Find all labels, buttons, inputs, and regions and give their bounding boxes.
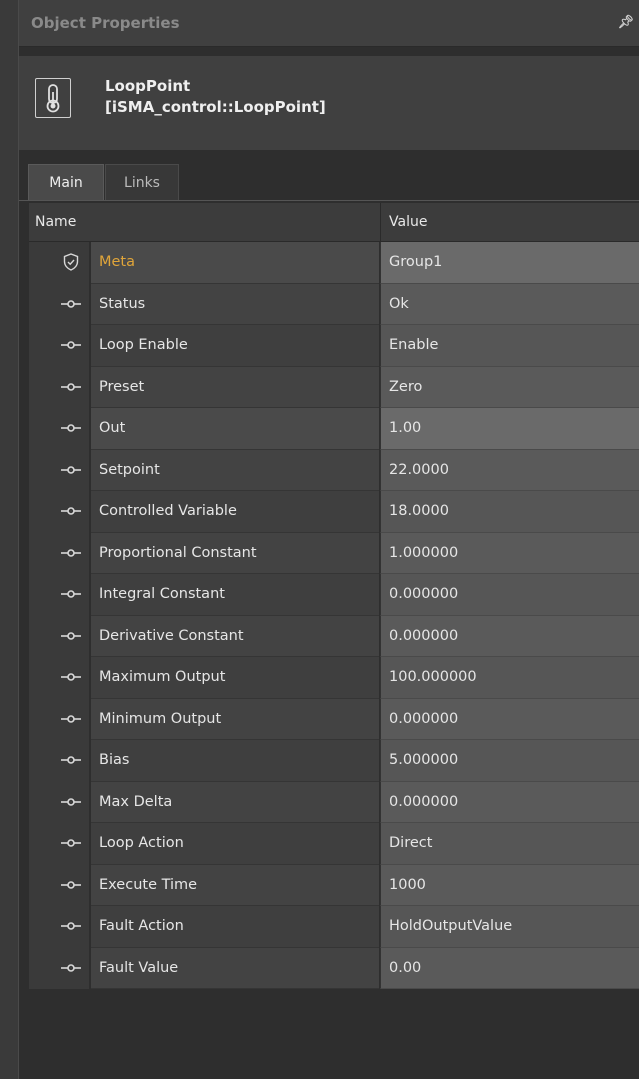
property-row[interactable]: Status Ok [29,283,639,326]
property-row[interactable]: Bias 5.000000 [29,740,639,782]
slot-icon [57,823,85,865]
property-name: Status [91,283,379,325]
property-row[interactable]: Max Delta 0.000000 [29,781,639,824]
property-value[interactable]: 1000 [380,864,639,906]
property-name: Proportional Constant [91,532,379,574]
slot-icon [57,408,85,450]
slot-icon [57,865,85,907]
property-row[interactable]: Preset Zero [29,366,639,409]
property-value[interactable]: 18.0000 [380,491,639,533]
property-rows: Meta Group1 Status Ok Loop Enable Enable Prese… [29,242,639,989]
property-value[interactable]: 100.000000 [380,657,639,699]
property-name: Preset [91,366,379,408]
property-value[interactable]: HoldOutputValue [380,906,639,948]
slot-icon [57,533,85,575]
property-value[interactable]: 22.0000 [380,449,639,491]
tab-bar: Main Links [19,160,639,201]
property-grid: Name Value Meta Group1 Status Ok Loop Enable… [29,203,639,989]
thermometer-icon [35,78,71,118]
slot-icon [57,574,85,616]
slot-icon [57,450,85,492]
slot-icon [57,284,85,326]
column-header-name[interactable]: Name [35,203,76,241]
property-value[interactable]: 0.00 [380,947,639,989]
property-row[interactable]: Fault Value 0.00 [29,947,639,990]
property-name: Fault Action [91,906,379,948]
slot-icon [57,782,85,824]
slot-icon [57,491,85,533]
column-header-value[interactable]: Value [389,203,427,241]
property-name: Bias [91,740,379,782]
property-row[interactable]: Loop Action Direct [29,823,639,865]
property-row[interactable]: Proportional Constant 1.000000 [29,532,639,575]
property-row[interactable]: Controlled Variable 18.0000 [29,491,639,533]
property-value[interactable]: Zero [380,366,639,408]
property-value[interactable]: 0.000000 [380,781,639,823]
grid-header: Name Value [29,203,639,242]
property-name: Max Delta [91,781,379,823]
property-name: Integral Constant [91,574,379,616]
property-value[interactable]: Ok [380,283,639,325]
property-name: Maximum Output [91,657,379,699]
object-properties-panel: Object Properties 📌︎ LoopPoint [iSMA_con… [18,0,639,1079]
property-value[interactable]: Direct [380,823,639,865]
property-name: Fault Value [91,947,379,989]
tab-links[interactable]: Links [105,164,179,200]
property-row[interactable]: Derivative Constant 0.000000 [29,615,639,658]
slot-icon [57,657,85,699]
object-type: [iSMA_control::LoopPoint] [105,98,326,116]
property-name: Setpoint [91,449,379,491]
slot-icon [57,948,85,990]
slot-icon [57,699,85,741]
column-divider[interactable] [380,203,381,241]
slot-icon [57,740,85,782]
property-row[interactable]: Loop Enable Enable [29,325,639,367]
empty-area [29,992,639,1079]
object-name: LoopPoint [105,77,191,95]
property-name: Controlled Variable [91,491,379,533]
property-row[interactable]: Fault Action HoldOutputValue [29,906,639,948]
property-value[interactable]: 0.000000 [380,615,639,657]
property-row[interactable]: Minimum Output 0.000000 [29,698,639,741]
property-name: Out [91,408,379,450]
slot-icon [57,367,85,409]
property-value[interactable]: Group1 [380,242,639,284]
slot-icon [57,325,85,367]
property-name: Minimum Output [91,698,379,740]
property-value[interactable]: 5.000000 [380,740,639,782]
shield-icon [57,242,85,284]
property-row[interactable]: Out 1.00 [29,408,639,450]
property-value[interactable]: 1.000000 [380,532,639,574]
property-name: Loop Enable [91,325,379,367]
panel-titlebar: Object Properties 📌︎ [19,0,639,47]
slot-icon [57,616,85,658]
tab-main[interactable]: Main [28,164,104,200]
property-row[interactable]: Meta Group1 [29,242,639,284]
property-name: Meta [91,242,379,284]
property-value[interactable]: 1.00 [380,408,639,450]
property-name: Derivative Constant [91,615,379,657]
property-row[interactable]: Setpoint 22.0000 [29,449,639,492]
property-row[interactable]: Execute Time 1000 [29,864,639,907]
property-value[interactable]: Enable [380,325,639,367]
property-name: Execute Time [91,864,379,906]
property-value[interactable]: 0.000000 [380,698,639,740]
property-value[interactable]: 0.000000 [380,574,639,616]
pin-icon[interactable]: 📌︎ [617,0,634,46]
property-name: Loop Action [91,823,379,865]
property-row[interactable]: Integral Constant 0.000000 [29,574,639,616]
panel-title: Object Properties [31,14,180,32]
property-row[interactable]: Maximum Output 100.000000 [29,657,639,699]
object-header: LoopPoint [iSMA_control::LoopPoint] [19,56,639,150]
slot-icon [57,906,85,948]
